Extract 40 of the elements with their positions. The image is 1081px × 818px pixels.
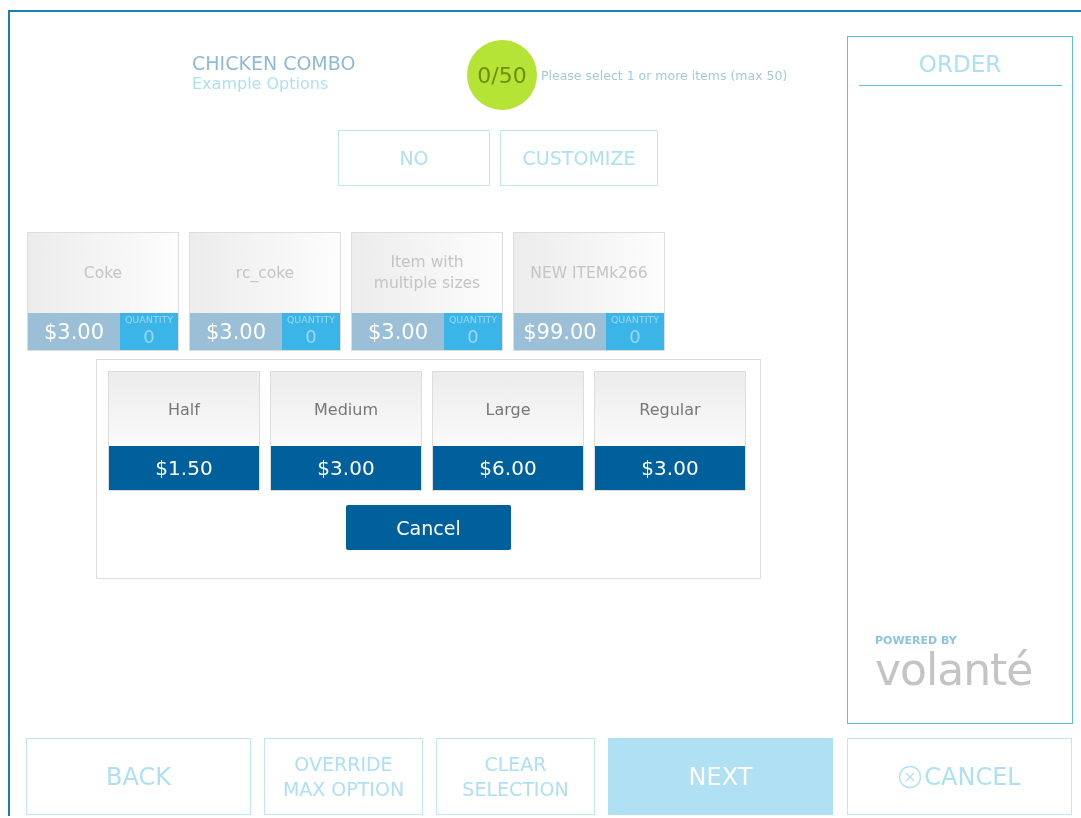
selection-counter: 0/50 [467, 40, 537, 110]
quantity-label: QUANTITY [610, 313, 660, 326]
item-price: $3.00 [28, 313, 120, 350]
size-name: Regular [639, 399, 701, 419]
quantity-label: QUANTITY [124, 313, 174, 326]
size-name: Half [168, 399, 200, 419]
size-name: Medium [314, 399, 378, 419]
selection-hint: Please select 1 or more items (max 50) [541, 67, 788, 83]
size-tile[interactable]: Regular $3.00 [594, 371, 746, 491]
quantity-value: 0 [629, 326, 641, 348]
quantity-value: 0 [467, 326, 479, 348]
action-button[interactable]: CLEAR SELECTION [436, 738, 595, 815]
size-price: $1.50 [109, 446, 259, 490]
combo-title: CHICKEN COMBO [192, 51, 357, 74]
item-price: $99.00 [514, 313, 606, 350]
combo-subtitle: Example Options [192, 73, 330, 93]
size-tile[interactable]: Half $1.50 [108, 371, 260, 491]
quantity-value: 0 [305, 326, 317, 348]
powered-by-text: POWERED BY [875, 634, 958, 647]
quantity-label: QUANTITY [286, 313, 336, 326]
size-price: $6.00 [433, 446, 583, 490]
option-button[interactable]: CUSTOMIZE [500, 130, 658, 186]
size-name: Large [485, 399, 531, 419]
option-button[interactable]: NO [338, 130, 490, 186]
quantity-value: 0 [143, 326, 155, 348]
cancel-button[interactable]: CANCEL [847, 738, 1072, 815]
item-price: $3.00 [352, 313, 444, 350]
close-icon [898, 764, 923, 789]
size-tile[interactable]: Medium $3.00 [270, 371, 422, 491]
action-button[interactable]: NEXT [608, 738, 833, 815]
order-title: ORDER [858, 37, 1062, 86]
brand-logo: volanté [875, 647, 1034, 693]
action-button[interactable]: OVERRIDE MAX OPTION [264, 738, 423, 815]
size-price: $3.00 [271, 446, 421, 490]
size-price: $3.00 [595, 446, 745, 490]
quantity-label: QUANTITY [448, 313, 498, 326]
item-price: $3.00 [190, 313, 282, 350]
size-tile[interactable]: Large $6.00 [432, 371, 584, 491]
cancel-button[interactable]: Cancel [346, 505, 511, 550]
action-button[interactable]: BACK [26, 738, 251, 815]
